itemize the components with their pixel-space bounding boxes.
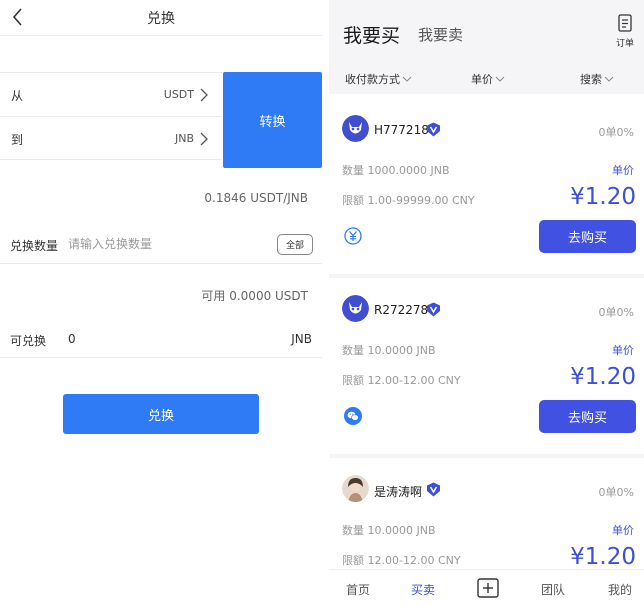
unit-price-label: 单价 xyxy=(612,344,634,357)
exchange-submit-button[interactable]: 兑换 xyxy=(63,394,259,434)
filter-search[interactable]: 搜索 xyxy=(580,71,614,87)
exchange-header: 兑换 xyxy=(0,0,322,36)
offer-price: ¥1.20 xyxy=(570,544,636,570)
to-label: 到 xyxy=(11,133,24,147)
nav-home[interactable]: 首页 xyxy=(346,581,370,598)
from-currency-value: USDT xyxy=(163,88,194,101)
seller-name: R272278 xyxy=(374,303,429,317)
order-stats: 0单0% xyxy=(598,306,634,319)
available-balance: 可用 0.0000 USDT xyxy=(201,289,308,303)
avatar xyxy=(342,115,369,142)
convertible-row: 可兑换 0 JNB xyxy=(0,322,322,358)
filter-label: 搜索 xyxy=(580,73,602,86)
offer-limit: 限额 12.00-12.00 CNY xyxy=(342,554,461,567)
chevron-right-icon xyxy=(200,132,208,146)
wechat-icon xyxy=(344,407,362,425)
offer-limit: 限额 12.00-12.00 CNY xyxy=(342,374,461,387)
avatar xyxy=(342,475,369,502)
offer-limit: 限额 1.00-99999.00 CNY xyxy=(342,194,475,207)
chevron-right-icon xyxy=(200,88,208,102)
offer-card: R272278 0单0% 数量 10.0000 JNB 单价 限额 12.00-… xyxy=(329,278,644,454)
offer-quantity: 数量 10.0000 JNB xyxy=(342,344,436,357)
chevron-down-icon xyxy=(604,76,614,82)
offer-card: H777218 0单0% 数量 1000.0000 JNB 单价 限额 1.00… xyxy=(329,98,644,274)
unit-price-label: 单价 xyxy=(612,164,634,177)
quantity-input[interactable] xyxy=(68,233,258,255)
unit-price-label: 单价 xyxy=(612,524,634,537)
order-stats: 0单0% xyxy=(598,126,634,139)
market-header: 我要买 我要卖 订单 xyxy=(329,0,644,62)
seller-name: 是涛涛啊 xyxy=(374,485,423,499)
to-currency-value: JNB xyxy=(174,132,194,145)
convertible-value: 0 xyxy=(68,332,76,346)
to-currency-row[interactable]: 到 JNB xyxy=(0,116,222,160)
tab-buy[interactable]: 我要买 xyxy=(343,21,400,48)
nav-trade[interactable]: 买卖 xyxy=(411,581,435,598)
page-title: 兑换 xyxy=(147,11,175,27)
chevron-down-icon xyxy=(402,76,412,82)
tab-sell[interactable]: 我要卖 xyxy=(418,24,463,45)
offer-price: ¥1.20 xyxy=(570,364,636,390)
document-icon xyxy=(618,14,632,32)
filter-payment-method[interactable]: 收付款方式 xyxy=(345,71,412,87)
nav-team[interactable]: 团队 xyxy=(541,581,565,598)
offer-price: ¥1.20 xyxy=(570,184,636,210)
buy-button[interactable]: 去购买 xyxy=(539,400,636,433)
convertible-label: 可兑换 xyxy=(10,334,47,348)
avatar xyxy=(342,295,369,322)
exchange-screen: 兑换 从 USDT 到 JNB 转换 0.1846 USDT/JNB 兑换数量 … xyxy=(0,0,322,606)
verified-badge-icon xyxy=(427,482,440,497)
buy-button[interactable]: 去购买 xyxy=(539,220,636,253)
plus-icon[interactable] xyxy=(477,578,499,598)
market-screen: 我要买 我要卖 订单 收付款方式 单价 搜索 H777218 0单0% 数量 1… xyxy=(329,0,644,606)
chevron-down-icon xyxy=(495,76,505,82)
quantity-label: 兑换数量 xyxy=(10,239,59,253)
filter-label: 单价 xyxy=(471,73,493,86)
all-button[interactable]: 全部 xyxy=(277,234,313,255)
quantity-row: 兑换数量 xyxy=(0,226,322,264)
bottom-nav: 首页 买卖 团队 我的 xyxy=(329,569,644,606)
offer-quantity: 数量 10.0000 JNB xyxy=(342,524,436,537)
orders-button[interactable]: 订单 xyxy=(612,14,638,50)
filter-bar: 收付款方式 单价 搜索 xyxy=(329,62,644,94)
swap-button[interactable]: 转换 xyxy=(223,72,322,168)
filter-label: 收付款方式 xyxy=(345,73,400,86)
seller-name: H777218 xyxy=(374,123,429,137)
from-currency-row[interactable]: 从 USDT xyxy=(0,72,222,116)
yuan-icon xyxy=(344,227,362,245)
verified-badge-icon xyxy=(427,302,440,317)
filter-unit-price[interactable]: 单价 xyxy=(471,71,505,87)
exchange-rate: 0.1846 USDT/JNB xyxy=(204,191,308,205)
offer-quantity: 数量 1000.0000 JNB xyxy=(342,164,450,177)
orders-label: 订单 xyxy=(615,39,634,49)
nav-mine[interactable]: 我的 xyxy=(608,581,632,598)
convertible-unit: JNB xyxy=(291,332,312,346)
order-stats: 0单0% xyxy=(598,486,634,499)
verified-badge-icon xyxy=(427,122,440,137)
from-label: 从 xyxy=(11,89,24,103)
